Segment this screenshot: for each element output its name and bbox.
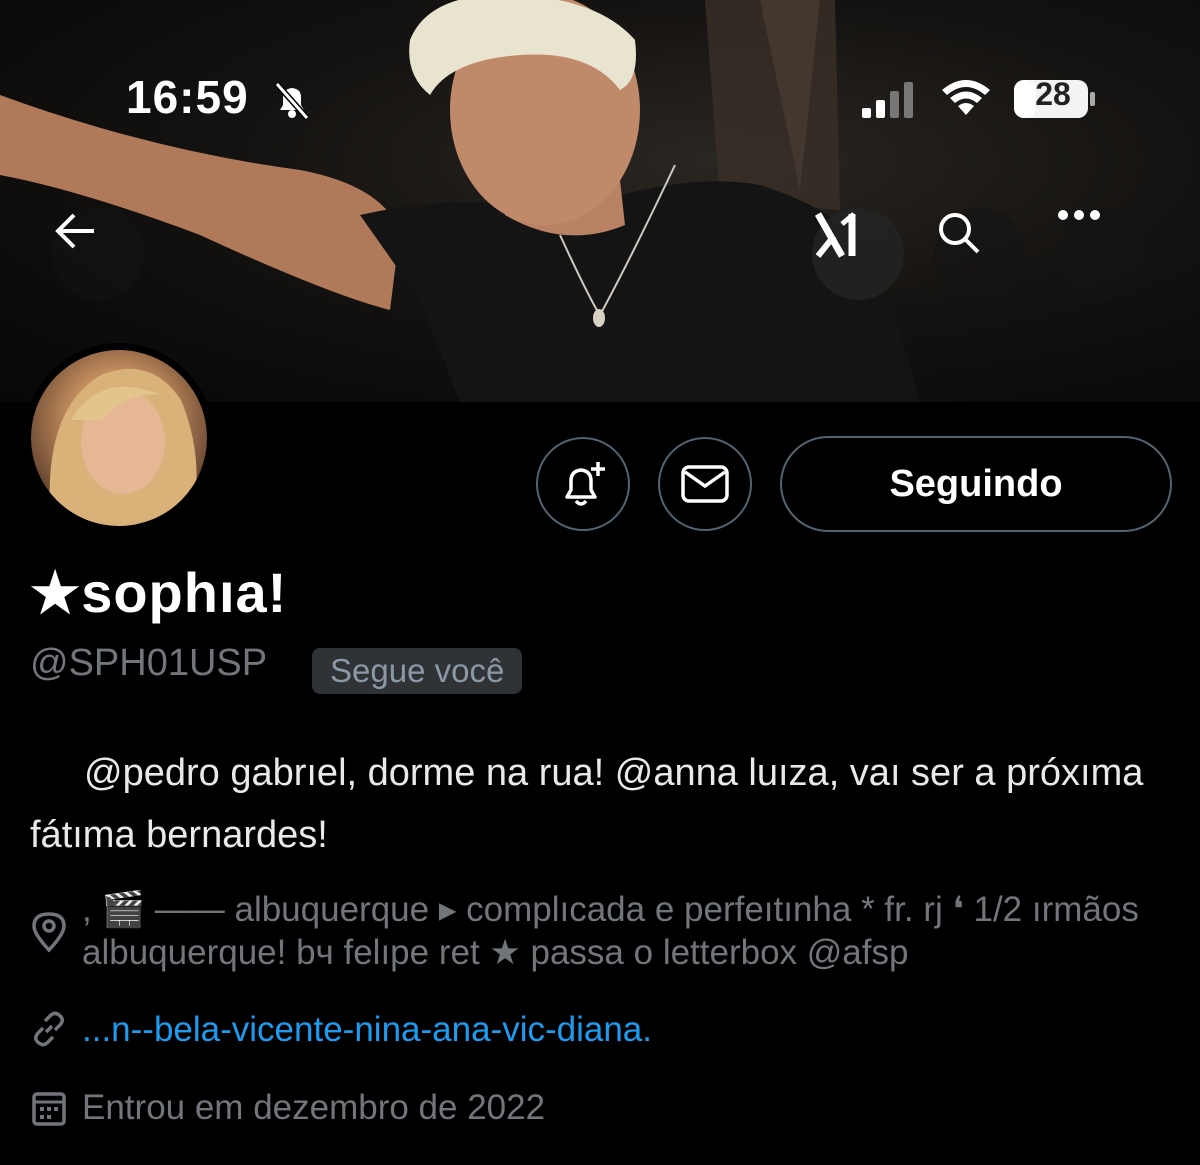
calendar-icon [30, 1088, 72, 1137]
envelope-icon [681, 465, 729, 503]
grok-button[interactable] [812, 208, 904, 300]
joined-date: Entrou em dezembro de 2022 [82, 1088, 546, 1127]
status-bar: 16:59 28 [0, 70, 1200, 130]
joined-row: Entrou em dezembro de 2022 [30, 1088, 545, 1137]
avatar-photo [31, 350, 207, 526]
search-button[interactable] [934, 208, 1026, 300]
battery-level: 28 [1035, 76, 1071, 112]
search-icon [939, 213, 980, 254]
bio-text: @pedro gabrıel, dorme na rua! @anna luız… [30, 752, 1144, 856]
notifications-button[interactable] [536, 437, 630, 531]
follows-you-badge: Segue você [312, 648, 523, 694]
location-text: , 🎬 —— albuquerque ▸ complıcada e perfeı… [82, 890, 1139, 972]
avatar[interactable] [24, 343, 214, 533]
arrow-left-icon [55, 213, 94, 249]
website-row: ...n--bela-vicente-nina-ana-vic-diana. [30, 1010, 652, 1057]
link-icon [30, 1010, 72, 1057]
more-options-button[interactable] [1056, 208, 1148, 300]
banner-photo [0, 0, 920, 402]
website-link[interactable]: ...n--bela-vicente-nina-ana-vic-diana. [82, 1010, 652, 1050]
status-time: 16:59 [126, 71, 249, 123]
message-button[interactable] [658, 437, 752, 531]
profile-bio: @pedro gabrıel, dorme na rua! @anna luız… [30, 742, 1160, 866]
location-row: , 🎬 —— albuquerque ▸ complıcada e perfeı… [30, 888, 1162, 974]
profile-banner[interactable]: 16:59 28 [0, 0, 1200, 402]
following-button[interactable]: Seguindo [780, 436, 1172, 532]
back-button[interactable] [52, 208, 144, 300]
more-icon [1058, 210, 1100, 220]
bell-plus-icon [565, 462, 605, 506]
grok-icon [814, 212, 856, 258]
location-pin-icon [30, 888, 72, 963]
display-name: ★sophıa! [30, 561, 288, 624]
user-handle: @SPH01USP [30, 642, 268, 684]
